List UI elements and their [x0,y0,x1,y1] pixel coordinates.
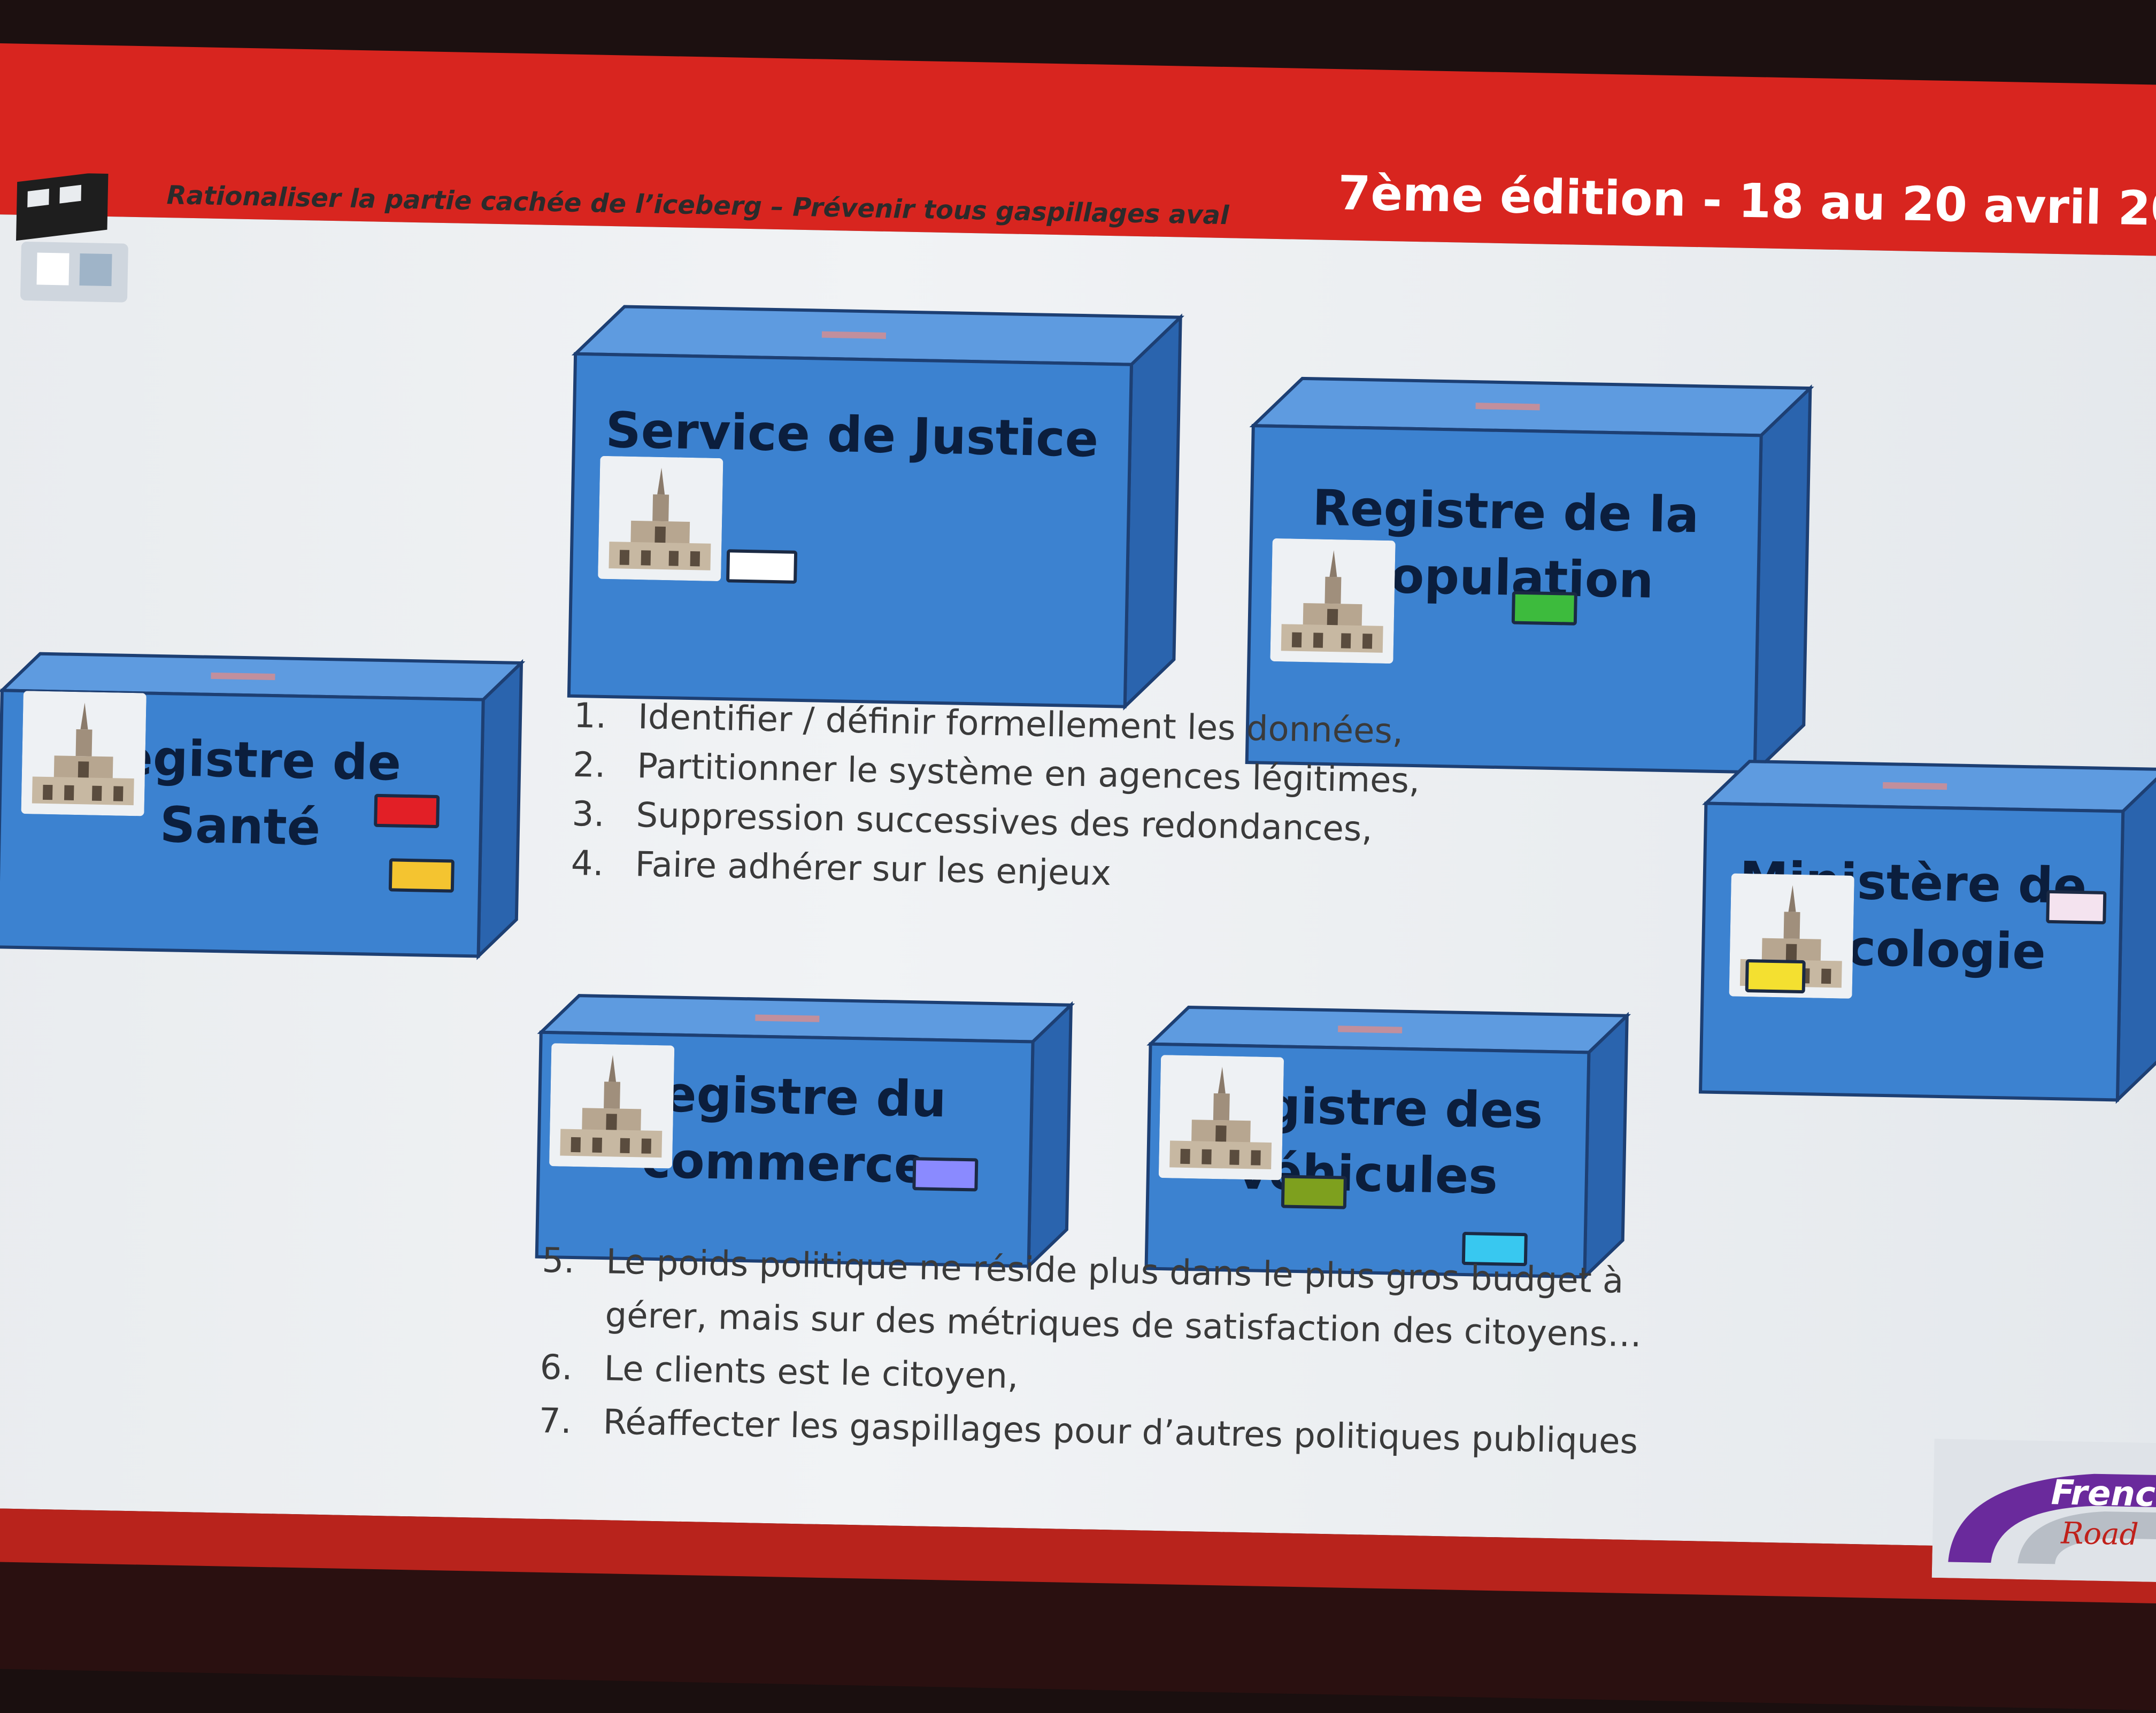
agency-box-justice: Service de Justice [567,305,1184,711]
list-item-number: 7. [538,1401,572,1442]
data-chip [726,549,798,584]
data-chip [2046,890,2107,924]
agency-box-sante: Registre de Santé [0,652,526,960]
data-chip [912,1157,979,1192]
list-item-number: 2. [572,745,606,786]
list-item-number: 3. [571,794,605,835]
data-chip [1745,959,1806,994]
data-chip [374,793,440,829]
data-chip [1511,591,1577,626]
building-icon [21,691,147,818]
brand-logo: Frenc Road [1931,1438,2156,1582]
agency-box-commerce: Registre du commerce [535,994,1075,1270]
building-icon [549,1043,675,1170]
list-item-number: 4. [571,843,604,884]
agency-box-ecologie: Ministère de l’écologie [1698,760,2156,1104]
building-icon [1158,1055,1284,1182]
list-item-number [541,1325,605,1326]
building-icon [1270,538,1396,666]
list-item-number: 6. [540,1347,573,1388]
corner-logo-icon [16,172,128,303]
box-title-line: Registre de la [1312,479,1700,544]
list-item-number: 5. [541,1240,575,1282]
data-chip [388,858,455,893]
photo-scene: 7ème édition - 18 au 20 avril 2018, P Ra… [0,0,2156,1712]
agency-box-vehicules: Registre des véhicules [1144,1006,1631,1281]
building-icon [598,456,723,583]
brand-name: Frenc [2051,1473,2156,1515]
list-item-text: Le clients est le citoyen, [604,1349,1019,1397]
data-chip [1281,1175,1347,1209]
list-item-number: 1. [573,696,607,737]
brand-subtitle: Road [2060,1516,2139,1553]
